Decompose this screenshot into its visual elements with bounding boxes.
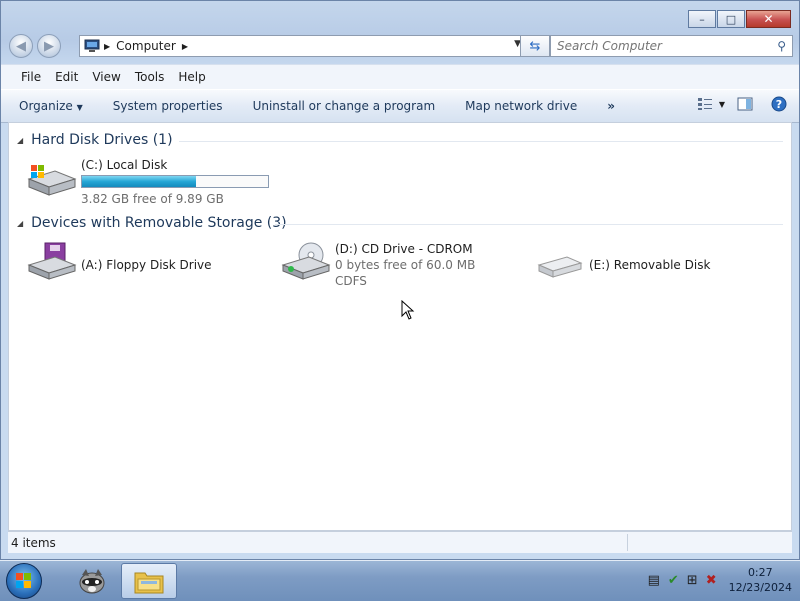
collapse-triangle-icon[interactable]: ◢: [17, 219, 23, 228]
maximize-button[interactable]: □: [717, 10, 745, 28]
menu-tools[interactable]: Tools: [135, 70, 165, 84]
organize-label: Organize: [19, 99, 73, 113]
drive-free-space: 0 bytes free of 60.0 MB: [335, 258, 476, 272]
group-header-removable[interactable]: ◢ Devices with Removable Storage (3): [17, 215, 287, 231]
drive-filesystem: CDFS: [335, 274, 367, 288]
removable-disk-icon: [537, 256, 583, 278]
preview-pane-icon[interactable]: [737, 97, 753, 111]
menu-file[interactable]: File: [21, 70, 41, 84]
status-bar: 4 items: [8, 531, 792, 553]
explorer-window: – □ ✕ ◀ ▶ ▶ Computer ▶ ▼ ⇆ ⚲ File Edit V…: [0, 0, 800, 560]
drive-name: (A:) Floppy Disk Drive: [81, 258, 212, 272]
disk-usage-fill: [82, 176, 197, 187]
status-divider: [627, 534, 628, 551]
refresh-button[interactable]: ⇆: [520, 35, 550, 57]
change-view-icon[interactable]: [697, 97, 713, 111]
windows-logo-icon: [16, 573, 31, 588]
taskbar: ▤ ✔ ⊞ ✖ 0:27 12/23/2024: [0, 560, 800, 601]
clock-date: 12/23/2024: [728, 581, 792, 594]
action-center-icon[interactable]: ✔: [668, 573, 679, 588]
menu-view[interactable]: View: [92, 70, 120, 84]
group-divider: [275, 224, 783, 225]
computer-icon: [84, 39, 100, 52]
start-button[interactable]: [6, 563, 42, 599]
breadcrumb-arrow-icon[interactable]: ▶: [182, 42, 188, 51]
group-header-hard-disks[interactable]: ◢ Hard Disk Drives (1): [17, 132, 173, 148]
system-properties-button[interactable]: System properties: [113, 99, 223, 113]
system-tray: ▤ ✔ ⊞ ✖ 0:27 12/23/2024: [648, 565, 792, 595]
group-divider: [179, 141, 783, 142]
menu-bar: File Edit View Tools Help: [1, 64, 799, 89]
breadcrumb-arrow-icon: ▶: [104, 41, 111, 51]
drive-name: (D:) CD Drive - CDROM: [335, 242, 473, 256]
search-box[interactable]: ⚲: [550, 35, 793, 57]
folder-icon: [134, 572, 164, 594]
search-icon[interactable]: ⚲: [777, 39, 786, 53]
hard-drive-windows-icon: [27, 165, 77, 196]
minimize-button[interactable]: –: [688, 10, 716, 28]
more-commands-button[interactable]: »: [607, 99, 615, 113]
back-button[interactable]: ◀: [9, 34, 33, 58]
search-input[interactable]: [551, 38, 769, 54]
command-bar: Organize ▼ System properties Uninstall o…: [1, 89, 799, 123]
drive-a[interactable]: (A:) Floppy Disk Drive: [25, 241, 212, 281]
drive-details: (D:) CD Drive - CDROM 0 bytes free of 60…: [335, 241, 475, 289]
drive-d[interactable]: (D:) CD Drive - CDROM 0 bytes free of 60…: [279, 241, 475, 289]
taskbar-explorer[interactable]: [121, 563, 177, 599]
file-list: ◢ Hard Disk Drives (1) (C:) Local Disk 3…: [8, 122, 792, 531]
drive-details: (C:) Local Disk 3.82 GB free of 9.89 GB: [81, 157, 269, 207]
menu-edit[interactable]: Edit: [55, 70, 78, 84]
menu-help[interactable]: Help: [178, 70, 205, 84]
drive-name: (E:) Removable Disk: [589, 258, 711, 272]
mouse-cursor-icon: [401, 300, 415, 320]
cd-drive-icon: [281, 242, 331, 280]
svg-text:?: ?: [776, 98, 782, 111]
group-title: Hard Disk Drives (1): [31, 132, 173, 148]
notes-tray-icon[interactable]: ▤: [648, 573, 660, 588]
organize-button[interactable]: Organize ▼: [19, 99, 83, 113]
clock-time: 0:27: [747, 566, 773, 579]
help-icon[interactable]: ?: [771, 96, 787, 112]
drive-c[interactable]: (C:) Local Disk 3.82 GB free of 9.89 GB: [25, 157, 269, 207]
volume-muted-icon[interactable]: ✖: [706, 573, 717, 588]
drive-name: (C:) Local Disk: [81, 158, 168, 172]
refresh-icon: ⇆: [529, 38, 541, 54]
view-controls: ▼ ?: [685, 96, 787, 112]
uninstall-program-button[interactable]: Uninstall or change a program: [253, 99, 436, 113]
breadcrumb-computer[interactable]: Computer: [116, 39, 176, 53]
raccoon-icon: [79, 569, 105, 594]
map-network-drive-button[interactable]: Map network drive: [465, 99, 577, 113]
group-title: Devices with Removable Storage (3): [31, 215, 287, 231]
forward-button[interactable]: ▶: [37, 34, 61, 58]
drive-free-space: 3.82 GB free of 9.89 GB: [81, 192, 224, 206]
navigation-row: ◀ ▶ ▶ Computer ▶ ▼ ⇆ ⚲: [9, 34, 793, 60]
clock[interactable]: 0:27 12/23/2024: [729, 565, 792, 595]
network-icon[interactable]: ⊞: [687, 573, 698, 588]
chevron-down-icon: ▼: [76, 103, 83, 112]
disk-usage-bar: [81, 175, 269, 188]
collapse-triangle-icon[interactable]: ◢: [17, 136, 23, 145]
close-button[interactable]: ✕: [746, 10, 791, 28]
caption-buttons: – □ ✕: [687, 10, 791, 28]
items-count: 4 items: [11, 535, 56, 550]
floppy-drive-icon: [27, 242, 77, 280]
drive-e[interactable]: (E:) Removable Disk: [533, 241, 710, 281]
taskbar-raccoon-app[interactable]: [64, 563, 120, 599]
address-bar[interactable]: ▶ Computer ▶ ▼: [79, 35, 526, 57]
view-dropdown-icon[interactable]: ▼: [719, 100, 725, 109]
